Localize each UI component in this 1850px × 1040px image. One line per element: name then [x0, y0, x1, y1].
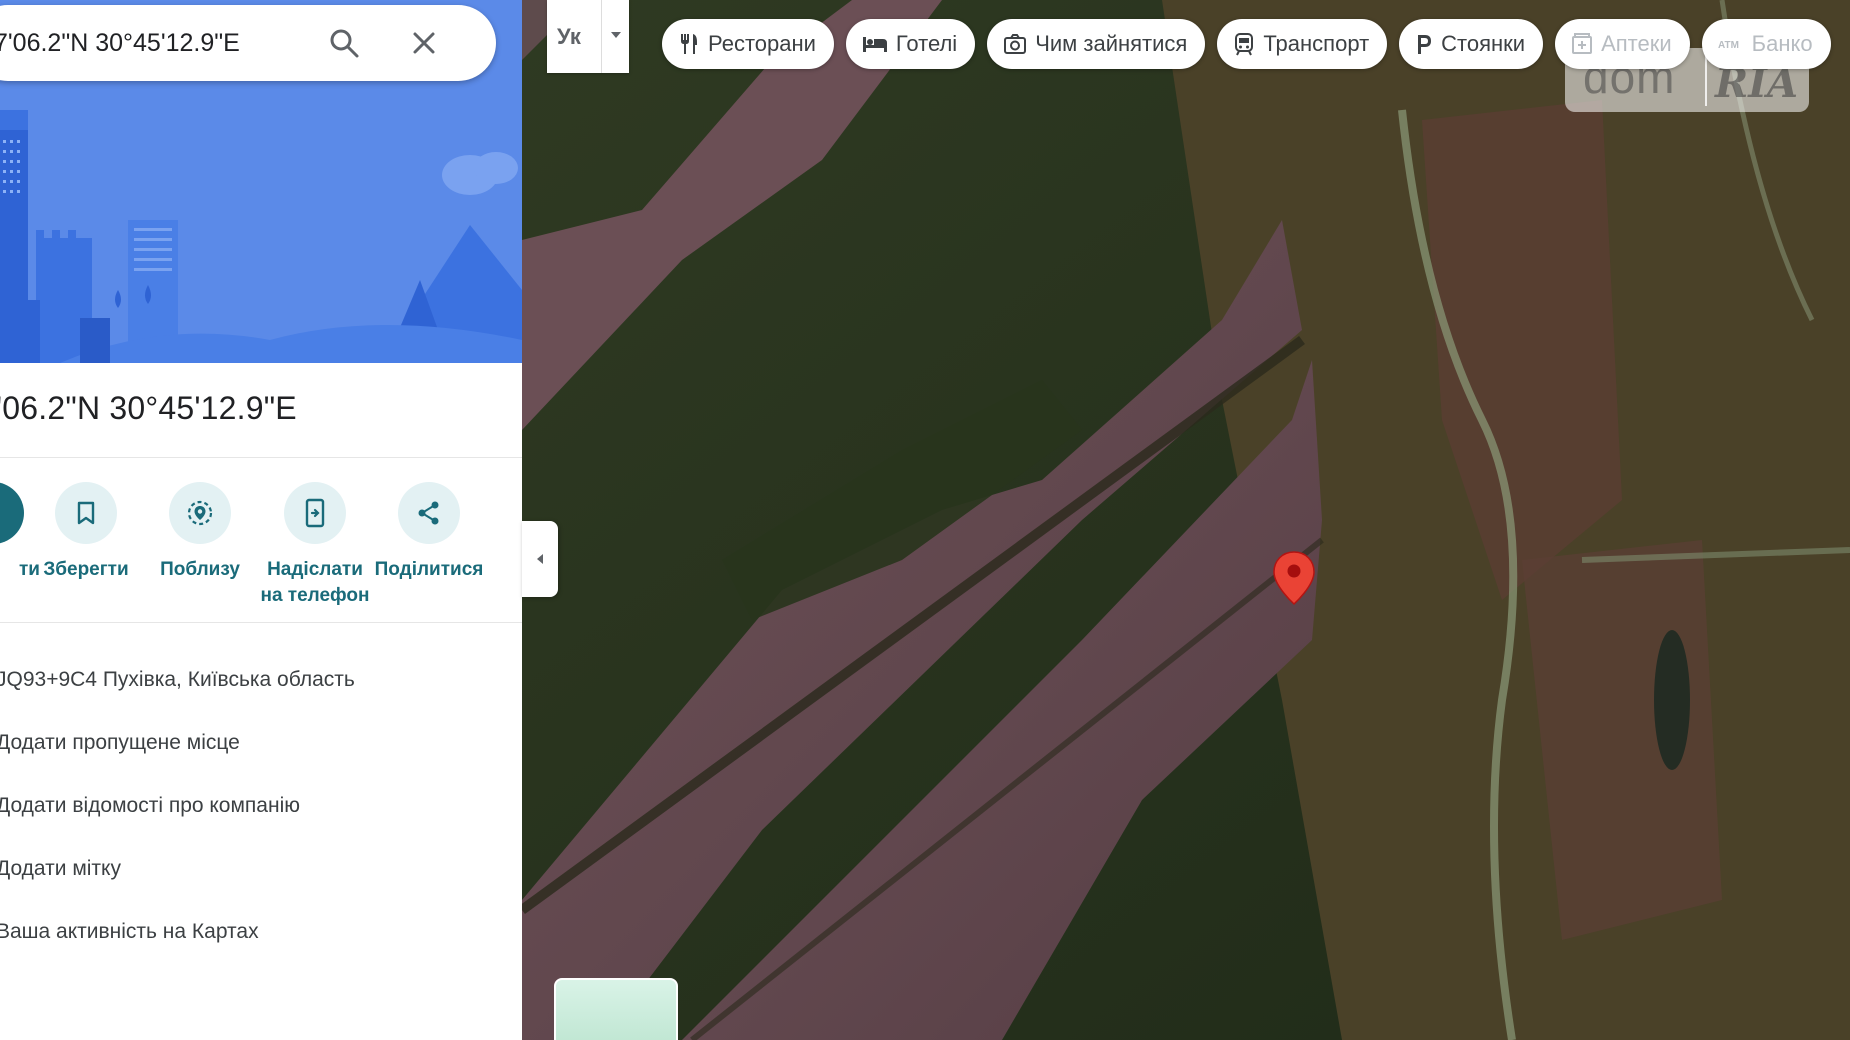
chip-label: Банко [1751, 31, 1813, 56]
divider [0, 457, 522, 458]
plus-code-row[interactable]: JQ93+9C4 Пухівка, Київська область [0, 668, 355, 692]
action-label: Поблизу [160, 559, 240, 580]
side-panel: 7'06.2"N 30°45'12.9"E ти Зберегти Поблиз… [0, 0, 522, 1040]
chip-label: Стоянки [1441, 31, 1526, 56]
chevron-down-icon [611, 32, 621, 38]
action-label: Поділитися [374, 559, 484, 580]
satellite-imagery [522, 0, 1850, 1040]
share-button[interactable]: Поділитися [374, 482, 484, 583]
route-icon [0, 482, 24, 544]
send-to-phone-button[interactable]: Надіслати на телефон [260, 482, 370, 609]
camera-icon [1004, 34, 1027, 54]
save-button[interactable]: Зберегти [31, 482, 141, 583]
transit-icon [1235, 33, 1254, 56]
category-chips: Ресторани Готелі Чим зайнятися Транспорт… [662, 19, 1831, 69]
place-title: 7'06.2"N 30°45'12.9"E [0, 390, 297, 426]
add-label-row[interactable]: Додати мітку [0, 857, 121, 881]
hotel-icon [862, 37, 887, 52]
chip-transit[interactable]: Транспорт [1217, 19, 1388, 69]
restaurant-icon [681, 34, 697, 54]
action-label: Надіслати на телефон [260, 557, 370, 609]
search-input[interactable] [0, 25, 324, 61]
chip-label: Транспорт [1263, 31, 1370, 56]
satellite-map[interactable] [522, 0, 1850, 1040]
collapse-panel-button[interactable] [522, 521, 558, 597]
maps-activity-row[interactable]: Ваша активність на Картах [0, 920, 259, 944]
pharmacy-icon [1572, 33, 1593, 54]
chip-things-to-do[interactable]: Чим зайнятися [987, 19, 1206, 69]
nearby-icon [187, 500, 213, 526]
close-icon [413, 32, 435, 54]
divider [0, 622, 522, 623]
bookmark-icon [77, 501, 95, 525]
layer-dropdown-button[interactable] [601, 0, 629, 73]
chip-parking[interactable]: Стоянки [1399, 19, 1544, 69]
action-label-line1: Надіслати [267, 559, 363, 580]
chip-banks[interactable]: ATM Банко [1701, 19, 1831, 69]
chip-hotels[interactable]: Готелі [845, 19, 976, 69]
share-icon [418, 501, 439, 525]
add-business-row[interactable]: Додати відомості про компанію [0, 794, 300, 818]
send-to-phone-icon [305, 498, 325, 528]
search-box [0, 5, 496, 81]
atm-icon: ATM [1718, 40, 1739, 51]
layer-label: Ук [557, 24, 581, 49]
close-button[interactable] [406, 25, 442, 61]
layer-switcher[interactable]: Ук [547, 0, 629, 73]
action-label: Зберегти [43, 559, 129, 580]
chip-label: Ресторани [708, 31, 816, 56]
action-label-line2: на телефон [260, 585, 370, 606]
chip-restaurants[interactable]: Ресторани [662, 19, 834, 69]
nearby-button[interactable]: Поблизу [145, 482, 255, 583]
layers-thumbnail[interactable] [554, 978, 678, 1040]
svg-text:ATM: ATM [1718, 40, 1739, 51]
search-icon [330, 29, 359, 58]
location-pin-icon[interactable] [1272, 550, 1316, 611]
chip-label: Готелі [895, 31, 958, 56]
caret-left-icon [537, 554, 543, 564]
parking-icon [1418, 35, 1432, 54]
chip-label: Аптеки [1601, 31, 1672, 56]
chip-pharmacies[interactable]: Аптеки [1555, 19, 1690, 69]
chip-label: Чим зайнятися [1035, 31, 1188, 56]
search-button[interactable] [326, 25, 362, 61]
add-missing-place-row[interactable]: Додати пропущене місце [0, 731, 240, 755]
